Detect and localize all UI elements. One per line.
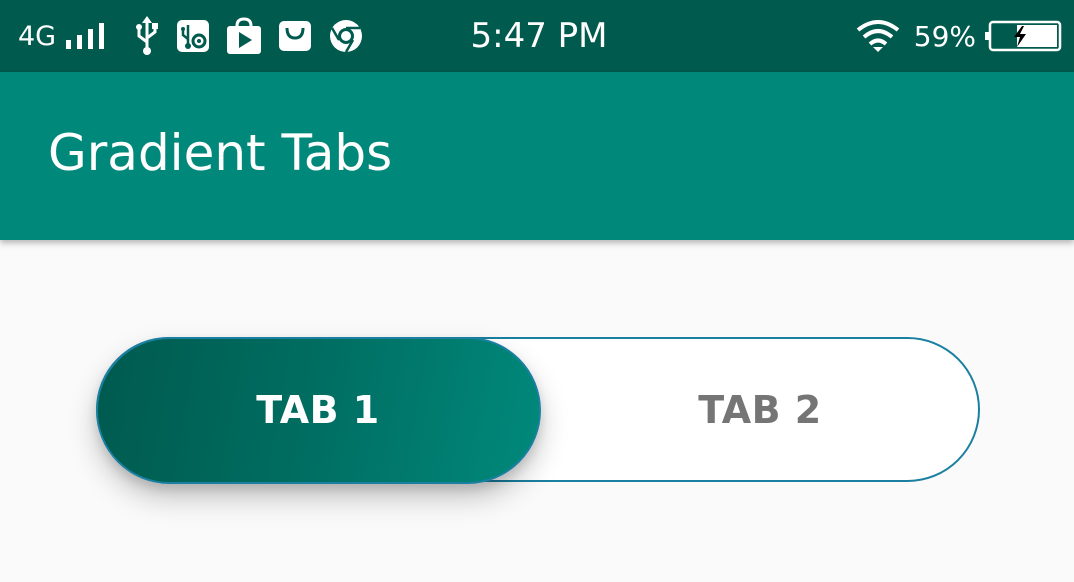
clock: 5:47 PM: [470, 16, 608, 56]
app-title: Gradient Tabs: [48, 124, 393, 182]
battery-percentage: 59%: [913, 19, 976, 53]
battery-charging-icon: [984, 20, 1062, 52]
tab-2-label: TAB 2: [698, 387, 822, 432]
status-bar-left: 4G: [18, 14, 364, 58]
wifi-icon: [856, 19, 900, 53]
tab-1[interactable]: TAB 1: [95, 336, 541, 484]
usb-settings-icon: [176, 19, 210, 53]
tab-2[interactable]: TAB 2: [540, 339, 980, 480]
app-bar: Gradient Tabs: [0, 72, 1074, 240]
chrome-icon: [328, 18, 364, 54]
shopping-bag-icon: [278, 19, 312, 53]
signal-icon: [64, 22, 108, 50]
tab-1-label: TAB 1: [256, 388, 380, 432]
play-store-icon: [226, 17, 262, 55]
status-bar-right: 59%: [856, 14, 1062, 58]
network-type: 4G: [18, 20, 57, 52]
usb-icon: [134, 16, 160, 56]
tab-bar: TAB 1 TAB 2: [95, 336, 980, 484]
status-bar: 4G 5:47 PM 59%: [0, 0, 1074, 72]
